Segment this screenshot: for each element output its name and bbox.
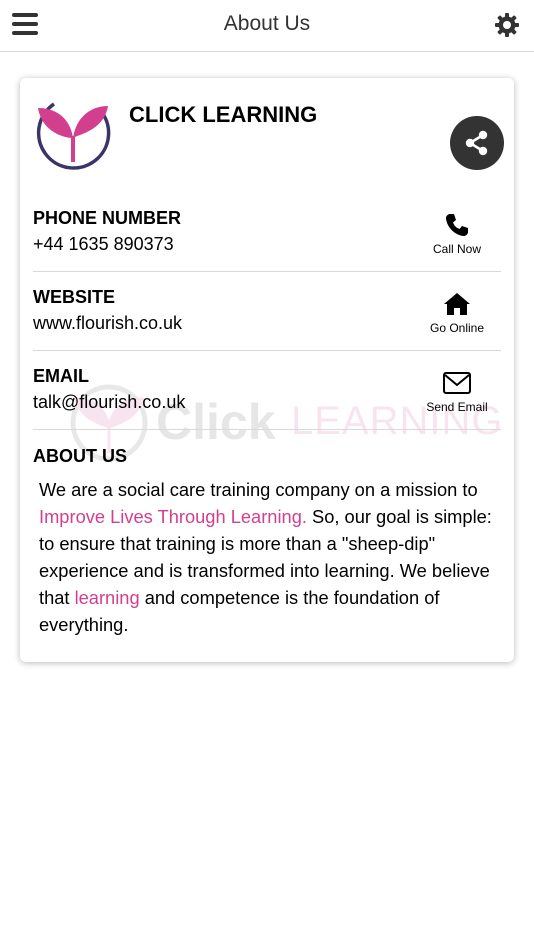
settings-button[interactable] — [494, 12, 520, 38]
sprout-logo — [36, 102, 111, 170]
top-bar: About Us — [0, 0, 534, 52]
about-card: CLICK LEARNING Click LEARNING PHONE NUMB… — [20, 78, 514, 662]
envelope-icon — [443, 372, 471, 394]
call-now-label: Call Now — [432, 242, 481, 256]
about-heading: ABOUT US — [33, 446, 127, 466]
page-title: About Us — [223, 12, 311, 35]
share-button[interactable] — [450, 116, 504, 170]
go-online-button[interactable]: Go Online — [413, 287, 501, 345]
website-row: WEBSITE www.flourish.co.uk Go Online — [33, 287, 501, 365]
share-icon — [465, 130, 488, 156]
menu-button[interactable] — [12, 13, 38, 37]
divider — [33, 271, 501, 272]
company-name: CLICK LEARNING — [129, 102, 318, 127]
phone-icon — [446, 214, 468, 236]
home-icon — [444, 293, 470, 315]
learning-link[interactable]: learning — [75, 587, 140, 608]
website-label: WEBSITE — [33, 287, 116, 307]
email-value: talk@flourish.co.uk — [33, 392, 186, 412]
about-text-part: We are a social care training company on… — [39, 479, 478, 500]
divider — [33, 429, 501, 430]
phone-row: PHONE NUMBER +44 1635 890373 Call Now — [33, 208, 501, 286]
call-now-button[interactable]: Call Now — [413, 208, 501, 266]
hamburger-menu-icon — [12, 13, 38, 35]
gear-icon — [495, 13, 519, 37]
about-text: We are a social care training company on… — [39, 476, 499, 638]
email-label: EMAIL — [33, 366, 89, 386]
send-email-label: Send Email — [426, 400, 488, 414]
website-value: www.flourish.co.uk — [33, 313, 183, 333]
send-email-button[interactable]: Send Email — [413, 366, 501, 424]
go-online-label: Go Online — [429, 321, 485, 335]
improve-lives-link[interactable]: Improve Lives Through Learning. — [39, 506, 307, 527]
phone-label: PHONE NUMBER — [33, 208, 182, 228]
phone-value: +44 1635 890373 — [33, 234, 174, 254]
email-row: EMAIL talk@flourish.co.uk Send Email — [33, 366, 501, 444]
divider — [33, 350, 501, 351]
